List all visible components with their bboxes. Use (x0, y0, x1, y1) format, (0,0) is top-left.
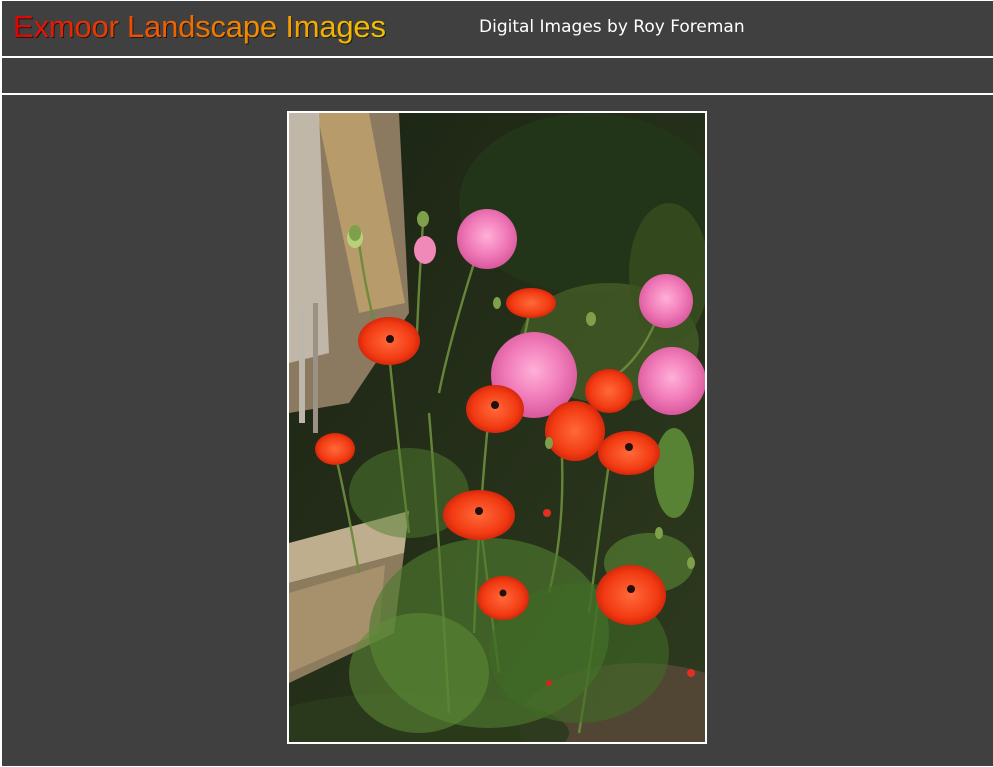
photo-frame (287, 111, 707, 744)
site-title[interactable]: Exmoor Landscape Images (13, 9, 386, 45)
site-tagline: Digital Images by Roy Foreman (479, 17, 745, 37)
poppies-photo[interactable] (289, 113, 705, 742)
site-header: Exmoor Landscape Images Digital Images b… (2, 1, 993, 58)
nav-bar (2, 60, 993, 95)
